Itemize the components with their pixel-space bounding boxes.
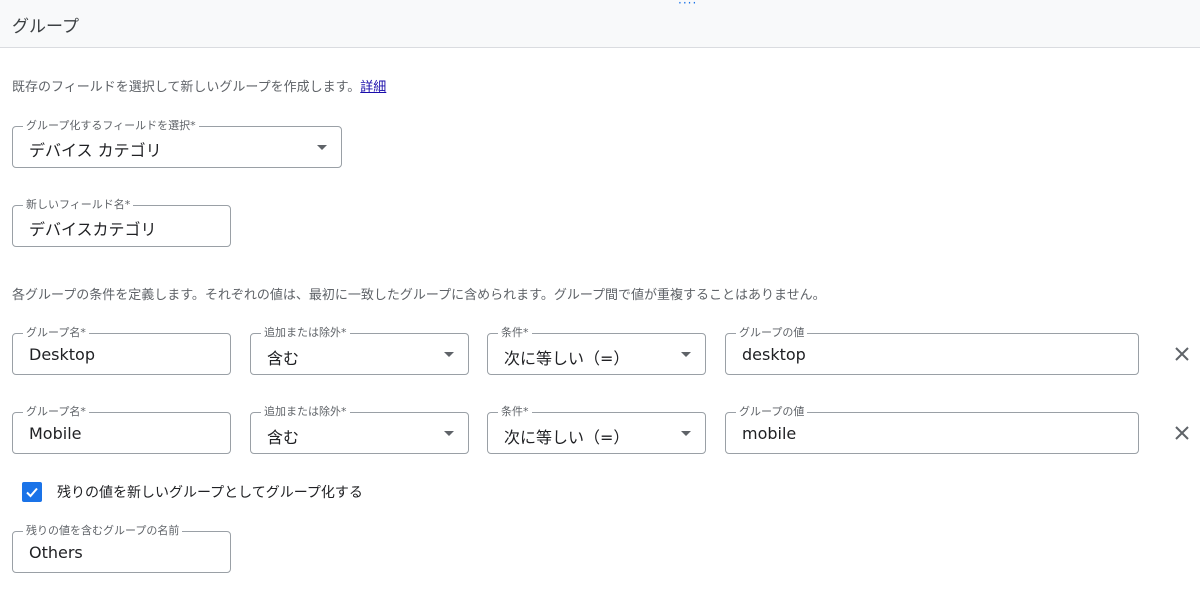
condition-select[interactable]: 条件* 次に等しい（=） [487, 405, 706, 454]
group-remaining-row[interactable]: 残りの値を新しいグループとしてグループ化する [22, 482, 363, 502]
panel-header: グループ ···· [0, 0, 1200, 48]
learn-more-link[interactable]: 詳細 [360, 80, 386, 95]
group-name-input[interactable]: グループ名* Desktop [12, 326, 231, 375]
condition-label: 条件* [498, 405, 532, 419]
chevron-down-icon [444, 352, 454, 357]
new-field-name-label: 新しいフィールド名* [23, 198, 134, 212]
chevron-down-icon [444, 431, 454, 436]
group-name-value: Desktop [29, 345, 95, 364]
group-remaining-label[interactable]: 残りの値を新しいグループとしてグループ化する [57, 482, 363, 502]
group-field-label: グループ化するフィールドを選択* [23, 119, 199, 133]
new-field-name-input[interactable]: 新しいフィールド名* デバイスカテゴリ [12, 198, 231, 247]
include-exclude-label: 追加または除外* [261, 326, 350, 340]
condition-value: 次に等しい（=） [504, 428, 630, 447]
group-value-input[interactable]: グループの値 mobile [725, 405, 1139, 454]
include-exclude-value: 含む [267, 428, 300, 447]
group-name-label: グループ名* [23, 326, 89, 340]
include-exclude-label: 追加または除外* [261, 405, 350, 419]
group-value-input[interactable]: グループの値 desktop [725, 326, 1139, 375]
include-exclude-value: 含む [267, 349, 300, 368]
conditions-description: 各グループの条件を定義します。それぞれの値は、最初に一致したグループに含められま… [12, 288, 826, 303]
group-name-input[interactable]: グループ名* Mobile [12, 405, 231, 454]
group-value-value: mobile [742, 424, 797, 443]
include-exclude-select[interactable]: 追加または除外* 含む [250, 405, 469, 454]
group-value-label: グループの値 [736, 405, 808, 419]
close-icon [1175, 426, 1189, 440]
group-value-value: desktop [742, 345, 806, 364]
panel-title: グループ [12, 17, 79, 37]
condition-value: 次に等しい（=） [504, 349, 630, 368]
remaining-group-name-value: Others [29, 543, 83, 562]
intro-text: 既存のフィールドを選択して新しいグループを作成します。 [12, 80, 361, 95]
group-field-select[interactable]: グループ化するフィールドを選択* デバイス カテゴリ [12, 119, 342, 168]
remove-group-button[interactable] [1168, 340, 1196, 368]
remaining-group-name-input[interactable]: 残りの値を含むグループの名前 Others [12, 524, 231, 573]
remaining-group-name-label: 残りの値を含むグループの名前 [23, 524, 183, 538]
chevron-down-icon [681, 352, 691, 357]
include-exclude-select[interactable]: 追加または除外* 含む [250, 326, 469, 375]
intro-description: 既存のフィールドを選択して新しいグループを作成します。詳細 [12, 76, 386, 95]
new-field-name-value: デバイスカテゴリ [29, 220, 157, 239]
group-name-label: グループ名* [23, 405, 89, 419]
group-remaining-checkbox[interactable] [22, 482, 42, 502]
checkmark-icon [26, 487, 38, 498]
drag-handle-icon[interactable]: ···· [678, 0, 697, 9]
condition-select[interactable]: 条件* 次に等しい（=） [487, 326, 706, 375]
remove-group-button[interactable] [1168, 419, 1196, 447]
chevron-down-icon [681, 431, 691, 436]
chevron-down-icon [317, 145, 327, 150]
group-value-label: グループの値 [736, 326, 808, 340]
group-name-value: Mobile [29, 424, 82, 443]
group-field-value: デバイス カテゴリ [29, 141, 162, 160]
condition-label: 条件* [498, 326, 532, 340]
close-icon [1175, 347, 1189, 361]
